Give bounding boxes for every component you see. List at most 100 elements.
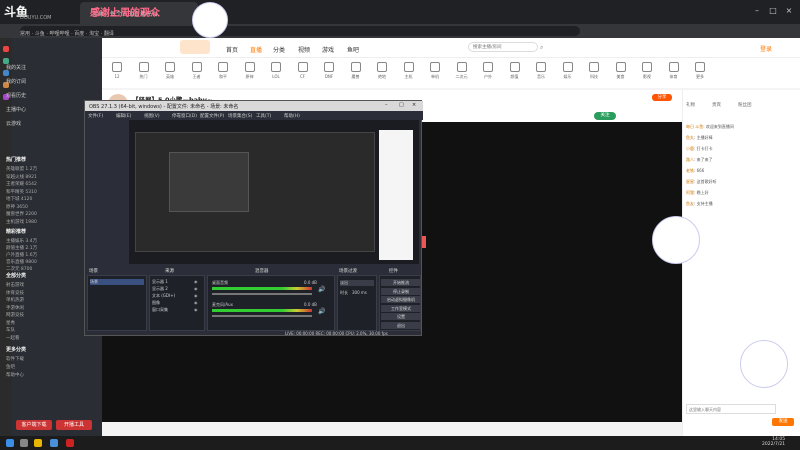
category-item[interactable]: DNF xyxy=(316,62,342,79)
obs-control-button[interactable]: 开始推流 xyxy=(381,279,421,286)
category-item[interactable]: 体育 xyxy=(661,62,687,80)
category-item[interactable]: 户外 xyxy=(475,62,501,80)
eye-icon[interactable]: ◉ xyxy=(194,286,198,291)
stream-tool-button[interactable]: 开播工具 xyxy=(56,420,92,430)
eye-icon[interactable]: ◉ xyxy=(194,307,198,312)
chat-username[interactable]: 鱼丸 xyxy=(686,135,694,140)
category-item[interactable]: 魔兽 xyxy=(343,62,369,80)
sidebar-category-row[interactable]: 王者荣耀 6542 xyxy=(6,181,86,187)
obs-menu-item[interactable]: 配置文件(P) xyxy=(200,113,224,119)
obs-icon[interactable] xyxy=(66,439,74,447)
minimize-icon[interactable]: – xyxy=(752,6,762,16)
app-icon[interactable] xyxy=(3,46,9,52)
category-item[interactable]: 主机 xyxy=(396,62,422,80)
sidebar-all-row[interactable]: 一起看 xyxy=(6,335,86,341)
volume-slider[interactable] xyxy=(212,315,312,317)
download-client-button[interactable]: 客户端下载 xyxy=(16,420,52,430)
speaker-icon[interactable]: 🔊 xyxy=(318,286,325,293)
source-item[interactable]: 显示器 1 xyxy=(152,279,168,285)
duration-input[interactable]: 300 ms xyxy=(352,290,367,295)
start-icon[interactable] xyxy=(6,439,14,447)
site-logo[interactable] xyxy=(180,40,210,54)
obs-control-button[interactable]: 启动虚拟摄像机 xyxy=(381,296,421,303)
sidebar-all-row[interactable]: 体育竞技 xyxy=(6,290,86,296)
obs-close-icon[interactable]: × xyxy=(412,102,416,108)
category-item[interactable]: 颜值 xyxy=(502,62,528,80)
sidebar-category-row[interactable]: 英雄联盟 1.2万 xyxy=(6,166,86,172)
obs-menu-item[interactable]: 工具(T) xyxy=(256,113,271,119)
sidebar-category-row[interactable]: 主机游戏 1980 xyxy=(6,219,86,225)
source-item[interactable]: 窗口采集 xyxy=(152,307,168,313)
sidebar-all-row[interactable]: 网游竞技 xyxy=(6,312,86,318)
sidebar-more-row[interactable]: 鱼吧 xyxy=(6,364,86,370)
sidebar-all-row[interactable]: 手游休闲 xyxy=(6,305,86,311)
obs-minimize-icon[interactable]: – xyxy=(385,102,388,108)
category-item[interactable]: 绝地 xyxy=(369,62,395,80)
category-item[interactable]: 影视 xyxy=(634,62,660,80)
category-item[interactable]: 12 xyxy=(104,62,130,79)
sidebar-item-anchor-center[interactable]: 主播中心 xyxy=(6,106,26,113)
douyu-logo[interactable]: 斗鱼 DOUYU.COM xyxy=(4,3,74,21)
close-icon[interactable]: × xyxy=(784,6,794,16)
eye-icon[interactable]: ◉ xyxy=(194,279,198,284)
sidebar-all-row[interactable]: 射击游戏 xyxy=(6,282,86,288)
obs-maximize-icon[interactable]: □ xyxy=(399,102,404,108)
obs-control-button[interactable]: 退出 xyxy=(381,321,421,329)
obs-menu-item[interactable]: 帮助(H) xyxy=(284,113,300,119)
chat-username[interactable]: 小鹿 xyxy=(686,146,694,151)
category-item[interactable]: 和平 xyxy=(210,62,236,80)
chat-username[interactable]: 老铁 xyxy=(686,168,694,173)
sidebar-featured-row[interactable]: 音乐直播 9800 xyxy=(6,259,86,265)
category-item[interactable]: 王者 xyxy=(184,62,210,80)
obs-menu-item[interactable]: 停靠窗口(D) xyxy=(172,113,197,119)
browser-icon[interactable] xyxy=(50,439,58,447)
category-item[interactable]: 音乐 xyxy=(528,62,554,80)
chat-username[interactable]: 阿狸 xyxy=(686,190,694,195)
nav-live[interactable]: 直播 xyxy=(250,45,262,54)
nav-category[interactable]: 分类 xyxy=(273,45,285,54)
sidebar-category-row[interactable]: 穿越火线 8921 xyxy=(6,174,86,180)
chat-username[interactable]: 每日 斗鱼 xyxy=(686,124,703,129)
obs-menu-item[interactable]: 文件(F) xyxy=(88,113,103,119)
chat-input[interactable] xyxy=(686,404,776,414)
category-item[interactable]: 美食 xyxy=(608,62,634,80)
share-button[interactable]: 分享 xyxy=(652,94,672,101)
search-input[interactable] xyxy=(468,42,538,52)
obs-menu-item[interactable]: 场景集合(S) xyxy=(228,113,252,119)
transition-select[interactable]: 淡出 xyxy=(340,280,374,286)
sidebar-item-cloud-game[interactable]: 云游戏 xyxy=(6,120,21,127)
eye-icon[interactable]: ◉ xyxy=(194,300,198,305)
chat-username[interactable]: 鱼友 xyxy=(686,201,694,206)
sidebar-category-row[interactable]: 魔兽世界 2200 xyxy=(6,211,86,217)
source-item[interactable]: 显示器 2 xyxy=(152,286,168,292)
sidebar-item-follow[interactable]: 我的关注 xyxy=(6,64,26,71)
maximize-icon[interactable]: □ xyxy=(768,6,778,16)
chat-username[interactable]: 路人 xyxy=(686,157,694,162)
nav-video[interactable]: 视频 xyxy=(298,45,310,54)
chat-username[interactable]: 星星 xyxy=(686,179,694,184)
category-item[interactable]: 娱乐 xyxy=(555,62,581,80)
obs-control-button[interactable]: 工作室模式 xyxy=(381,304,421,312)
scene-item[interactable]: 场景 xyxy=(90,279,144,285)
sidebar-all-row[interactable]: 星秀 xyxy=(6,320,86,326)
source-item[interactable]: 图像 xyxy=(152,300,160,306)
category-item[interactable]: LOL xyxy=(263,62,289,79)
category-item[interactable]: 英雄 xyxy=(157,62,183,80)
chat-tab-fans[interactable]: 粉丝团 xyxy=(738,102,752,108)
category-item[interactable]: 更多 xyxy=(687,62,713,80)
category-item[interactable]: 科技 xyxy=(581,62,607,80)
obs-control-button[interactable]: 停止录制 xyxy=(381,287,421,295)
obs-control-button[interactable]: 设置 xyxy=(381,313,421,320)
category-item[interactable]: 二次元 xyxy=(449,62,475,80)
sidebar-category-row[interactable]: 地下城 4120 xyxy=(6,196,86,202)
chat-tab-vip[interactable]: 贵宾 xyxy=(712,102,721,108)
category-item[interactable]: 原神 xyxy=(237,62,263,80)
login-link[interactable]: 登录 xyxy=(760,44,772,53)
sidebar-category-row[interactable]: 和平精英 5310 xyxy=(6,189,86,195)
search-icon[interactable]: ⌕ xyxy=(540,44,543,52)
sidebar-all-row[interactable]: 车队 xyxy=(6,327,86,333)
speaker-icon[interactable]: 🔊 xyxy=(318,308,325,315)
nav-game[interactable]: 游戏 xyxy=(322,45,334,54)
sidebar-category-row[interactable]: 原神 3650 xyxy=(6,204,86,210)
sidebar-item-history[interactable]: 观看历史 xyxy=(6,92,26,99)
